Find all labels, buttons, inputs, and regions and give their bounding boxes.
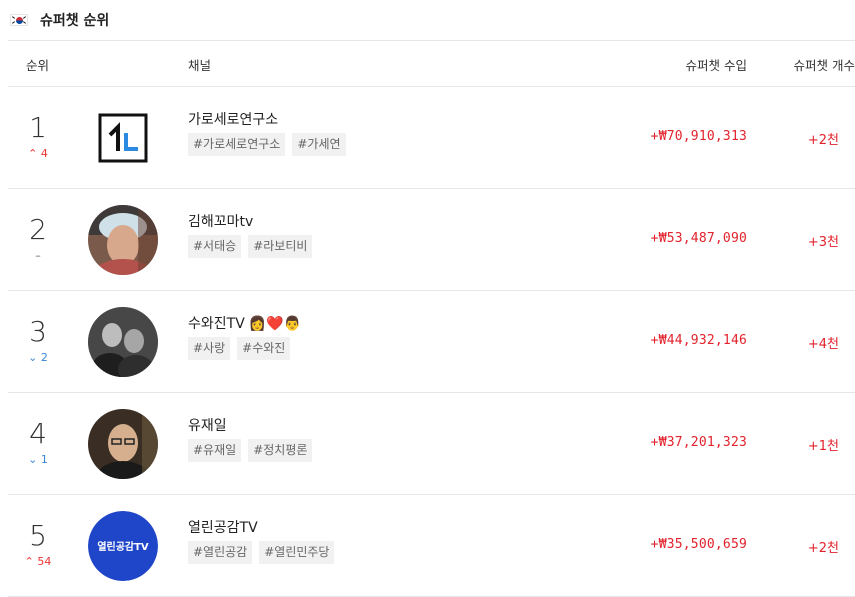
- channel-name[interactable]: 열린공감TV: [188, 517, 258, 537]
- rank-change: –: [8, 249, 68, 262]
- table-row[interactable]: 5 ⌃ 54 열린공감TV 열린공감TV #열린공감 #열린민주당 +₩35,5…: [8, 495, 855, 597]
- table-row[interactable]: 2 – 김해꼬마tv #서태승 #라보티비 +₩53,487,090 +3천: [8, 189, 855, 291]
- column-header-count[interactable]: 슈퍼챗 개수: [794, 55, 855, 74]
- column-header-channel[interactable]: 채널: [188, 55, 211, 74]
- table-row[interactable]: 1 ⌃ 4 가로세로연구소 #가로세로연구소 #가세연 +₩70,910,313…: [8, 87, 855, 189]
- table-row[interactable]: 3 ⌄ 2 수와진TV 👩❤️👨 #사랑 #수와진 +₩44,932,146 +4…: [8, 291, 855, 393]
- superchat-count: +3천: [807, 235, 839, 250]
- tag[interactable]: #열린민주당: [259, 541, 335, 564]
- tag[interactable]: #라보티비: [248, 235, 313, 258]
- rank-number: 1: [29, 111, 47, 144]
- tag[interactable]: #유재일: [188, 439, 242, 462]
- superchat-count: +2천: [807, 541, 839, 556]
- channel-avatar[interactable]: 열린공감TV: [88, 511, 158, 581]
- channel-avatar[interactable]: [88, 307, 158, 377]
- superchat-revenue: +₩44,932,146: [650, 333, 747, 348]
- channel-name[interactable]: 가로세로연구소: [188, 109, 278, 129]
- rank-change-value: 4: [40, 147, 48, 160]
- tag[interactable]: #서태승: [188, 235, 242, 258]
- channel-avatar[interactable]: [88, 103, 158, 173]
- rank-change: ⌄ 1: [8, 453, 68, 466]
- tag[interactable]: #사랑: [188, 337, 231, 360]
- superchat-count: +1천: [807, 439, 839, 454]
- tag[interactable]: #정치평론: [248, 439, 313, 462]
- tag[interactable]: #열린공감: [188, 541, 253, 564]
- rank-up-icon: ⌃: [28, 147, 38, 160]
- tag[interactable]: #가로세로연구소: [188, 133, 286, 156]
- rank-change-value: –: [35, 249, 41, 262]
- rank-change-value: 54: [37, 555, 52, 568]
- superchat-count: +4천: [807, 337, 839, 352]
- rank-number: 4: [29, 417, 47, 450]
- rank-number: 3: [29, 315, 47, 348]
- table-header: 순위 채널 슈퍼챗 수입 슈퍼챗 개수: [8, 40, 855, 87]
- channel-tags: #사랑 #수와진: [188, 337, 291, 360]
- rank-number: 2: [29, 213, 47, 246]
- channel-tags: #서태승 #라보티비: [188, 235, 313, 258]
- channel-tags: #가로세로연구소 #가세연: [188, 133, 346, 156]
- rank-change: ⌃ 54: [8, 555, 68, 568]
- channel-logo-text: 열린공감TV: [97, 540, 149, 553]
- rank-change: ⌃ 4: [8, 147, 68, 160]
- channel-tags: #유재일 #정치평론: [188, 439, 313, 462]
- rank-change-value: 2: [40, 351, 48, 364]
- superchat-revenue: +₩53,487,090: [650, 231, 747, 246]
- page-header: 슈퍼챗 순위: [0, 0, 855, 40]
- superchat-revenue: +₩35,500,659: [650, 537, 747, 552]
- superchat-count: +2천: [807, 133, 839, 148]
- table-row[interactable]: 4 ⌄ 1 유재일 #유재일 #정치평론 +₩37,201,323 +1천: [8, 393, 855, 495]
- channel-name[interactable]: 수와진TV 👩❤️👨: [188, 313, 301, 333]
- page-title: 슈퍼챗 순위: [40, 13, 110, 29]
- column-header-rank[interactable]: 순위: [26, 55, 49, 74]
- channel-name[interactable]: 유재일: [188, 415, 227, 435]
- tag[interactable]: #가세연: [292, 133, 346, 156]
- couple-heart-emoji: 👩❤️👨: [248, 316, 302, 332]
- tag[interactable]: #수와진: [237, 337, 291, 360]
- rank-down-icon: ⌄: [28, 453, 38, 466]
- channel-avatar[interactable]: [88, 205, 158, 275]
- superchat-revenue: +₩37,201,323: [650, 435, 747, 450]
- rank-down-icon: ⌄: [28, 351, 38, 364]
- channel-avatar[interactable]: [88, 409, 158, 479]
- rank-up-icon: ⌃: [24, 555, 34, 568]
- rank-change: ⌄ 2: [8, 351, 68, 364]
- rank-change-value: 1: [40, 453, 48, 466]
- superchat-revenue: +₩70,910,313: [650, 129, 747, 144]
- superchat-ranking-table: 순위 채널 슈퍼챗 수입 슈퍼챗 개수 1 ⌃ 4 가로세로연구소 #가로세로연…: [8, 40, 855, 597]
- column-header-revenue[interactable]: 슈퍼챗 수입: [686, 55, 747, 74]
- south-korea-flag-icon: [10, 14, 28, 26]
- rank-number: 5: [29, 519, 47, 552]
- channel-tags: #열린공감 #열린민주당: [188, 541, 335, 564]
- channel-name[interactable]: 김해꼬마tv: [188, 211, 253, 231]
